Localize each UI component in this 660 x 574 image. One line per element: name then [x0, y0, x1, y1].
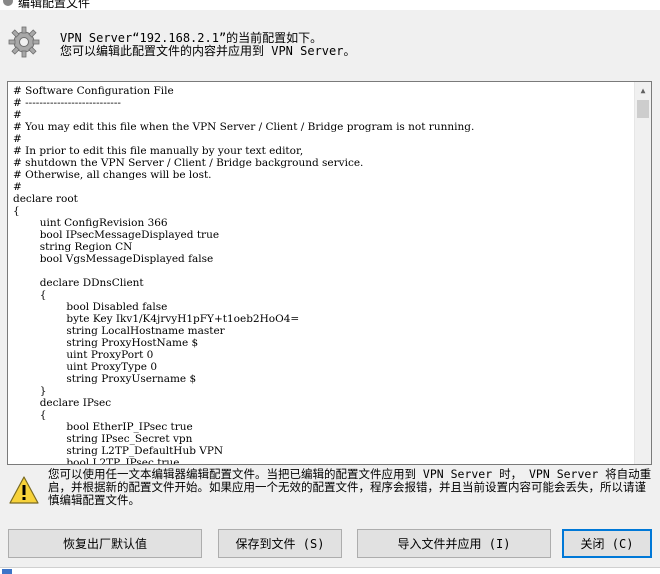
header-line-2: 您可以编辑此配置文件的内容并应用到 VPN Server。 [60, 44, 356, 58]
config-text[interactable]: # Software Configuration File # --------… [13, 85, 633, 464]
taskbar-icon [2, 569, 12, 574]
import-and-apply-button[interactable]: 导入文件并应用 (I) [357, 529, 551, 558]
header-description: VPN Server“192.168.2.1”的当前配置如下。 您可以编辑此配置… [60, 32, 355, 58]
save-to-file-button[interactable]: 保存到文件 (S) [218, 529, 342, 558]
title-bar: 编辑配置文件 [0, 0, 660, 10]
gear-icon [8, 26, 40, 58]
config-editor[interactable]: # Software Configuration File # --------… [7, 81, 652, 465]
scroll-thumb[interactable] [637, 100, 649, 118]
warning-icon [9, 476, 39, 504]
vertical-scrollbar[interactable]: ▲ [634, 82, 651, 464]
app-icon [3, 0, 13, 6]
window-title: 编辑配置文件 [18, 0, 91, 10]
reset-defaults-button[interactable]: 恢复出厂默认值 [8, 529, 202, 558]
scroll-up-arrow-icon[interactable]: ▲ [635, 82, 651, 99]
warning-text: 您可以使用任一文本编辑器编辑配置文件。当把已编辑的配置文件应用到 VPN Ser… [48, 467, 652, 507]
close-button[interactable]: 关闭 (C) [562, 529, 652, 558]
